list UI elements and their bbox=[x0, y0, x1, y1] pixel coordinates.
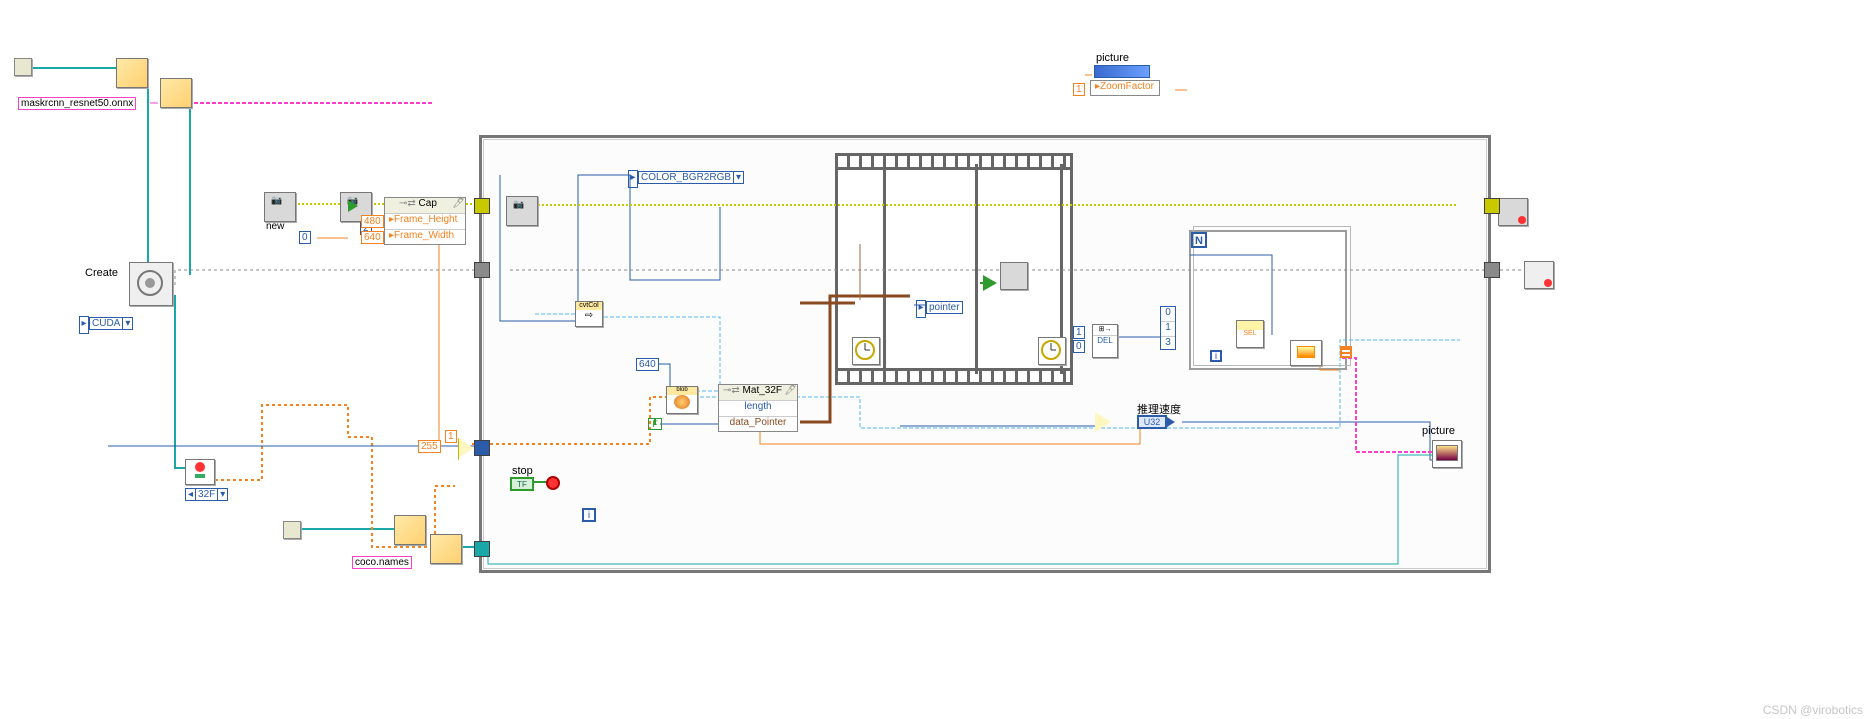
while-loop-i: i bbox=[582, 508, 596, 522]
cam-new-vi[interactable]: 📷 bbox=[264, 192, 296, 222]
cuda-enum[interactable]: ▸CUDA▾ bbox=[79, 316, 133, 334]
stop-control[interactable]: TF bbox=[510, 477, 534, 491]
frame-width-label: Frame_Width bbox=[394, 230, 454, 241]
forward-vi[interactable] bbox=[1000, 262, 1028, 290]
array-idx-1[interactable]: 1 bbox=[1073, 326, 1085, 338]
select-vi[interactable]: SEL bbox=[1236, 320, 1264, 348]
auto-index-tunnel bbox=[1340, 346, 1352, 358]
readfile-subvi-2[interactable] bbox=[430, 534, 462, 564]
forward-run[interactable] bbox=[983, 275, 997, 291]
readnet-subvi[interactable] bbox=[116, 58, 148, 88]
tunnel-left-3 bbox=[474, 440, 490, 456]
mat32f-property-node[interactable]: ⊸⇄ Mat_32F 🖊 length data_Pointer bbox=[718, 384, 798, 432]
stop-label: stop bbox=[512, 465, 533, 477]
readfile-subvi-1[interactable] bbox=[394, 515, 426, 545]
array-idx-0[interactable]: 0 bbox=[1073, 340, 1085, 352]
cap-label: Cap bbox=[419, 198, 437, 209]
mat32f-data-pointer: data_Pointer bbox=[719, 417, 797, 432]
datatype-vi[interactable] bbox=[185, 459, 215, 485]
tunnel-right-1 bbox=[1484, 198, 1500, 214]
picture-ref bbox=[1094, 65, 1150, 78]
tick-count-2[interactable] bbox=[1038, 337, 1066, 365]
stop-terminal bbox=[546, 476, 560, 490]
tunnel-left-2 bbox=[474, 262, 490, 278]
frame-height-label: Frame_Height bbox=[394, 214, 457, 225]
onnx-path-constant[interactable]: maskrcnn_resnet50.onnx bbox=[18, 97, 136, 109]
file-path-control-1 bbox=[14, 58, 32, 76]
create-session-vi[interactable] bbox=[129, 262, 173, 306]
cam-index-const[interactable]: 0 bbox=[299, 231, 311, 243]
build-array-const[interactable]: 0 1 3 bbox=[1160, 306, 1176, 350]
close-net-vi[interactable] bbox=[1524, 261, 1554, 289]
cam-new-label: new bbox=[266, 221, 284, 232]
divide-1-const[interactable]: 1 bbox=[445, 430, 457, 442]
frame-width-const[interactable]: 640 bbox=[361, 231, 384, 243]
for-loop-shadow bbox=[1193, 226, 1351, 366]
inference-speed-arrow bbox=[1167, 417, 1175, 427]
mat32f-label: Mat_32F bbox=[743, 385, 782, 396]
blob-vi[interactable]: blob bbox=[666, 386, 698, 414]
false-const[interactable]: F bbox=[648, 418, 662, 430]
names-path-constant[interactable]: coco.names bbox=[352, 556, 412, 568]
pointer-label-box: ▸pointer bbox=[916, 300, 963, 318]
close-cam-vi[interactable] bbox=[1498, 198, 1528, 226]
cvtcolor-vi[interactable]: cvtCol ⇨ bbox=[575, 301, 603, 327]
subtract-node[interactable] bbox=[1095, 412, 1111, 432]
datatype-32f[interactable]: ◂32F▾ bbox=[185, 488, 228, 500]
create-label: Create bbox=[85, 267, 118, 279]
output-vi[interactable] bbox=[1290, 340, 1322, 366]
color-conv-enum[interactable]: ▸COLOR_BGR2RGB▾ bbox=[628, 170, 744, 188]
mat32f-length: length bbox=[719, 401, 797, 417]
tunnel-left-4 bbox=[474, 541, 490, 557]
resize-dim-const[interactable]: 640 bbox=[636, 358, 659, 370]
picture-indicator[interactable] bbox=[1432, 440, 1462, 468]
for-loop-n-terminal: N bbox=[1191, 232, 1207, 248]
frame-height-const[interactable]: 480 bbox=[361, 215, 384, 227]
for-loop-i-terminal: i bbox=[1210, 350, 1222, 362]
picture-top-label: picture bbox=[1096, 52, 1129, 64]
watermark: CSDN @virobotics bbox=[1763, 703, 1863, 717]
cam-read-vi[interactable]: 📷 bbox=[506, 196, 538, 226]
file-path-control-2 bbox=[283, 521, 301, 539]
inference-speed-indicator[interactable]: U32 bbox=[1137, 415, 1167, 429]
tunnel-right-2 bbox=[1484, 262, 1500, 278]
cam-open-run bbox=[348, 200, 358, 212]
readnet-subvi-2[interactable] bbox=[160, 78, 192, 108]
tunnel-left-1 bbox=[474, 198, 490, 214]
zoomfactor-property[interactable]: ▸ZoomFactor bbox=[1090, 80, 1160, 96]
zoom-const[interactable]: 1 bbox=[1073, 83, 1085, 95]
scale-const[interactable]: 255 bbox=[418, 440, 441, 452]
index-array-vi[interactable]: ⊞→ DEL bbox=[1092, 324, 1118, 358]
tick-count-1[interactable] bbox=[852, 337, 880, 365]
cvtcolor-label: cvtCol bbox=[576, 302, 602, 310]
zoomfactor-label: ZoomFactor bbox=[1100, 81, 1154, 92]
cap-property-node[interactable]: ⊸⇄ Cap 🖊 ▸Frame_Height ▸Frame_Width bbox=[384, 197, 466, 245]
picture-right-label: picture bbox=[1422, 425, 1455, 437]
